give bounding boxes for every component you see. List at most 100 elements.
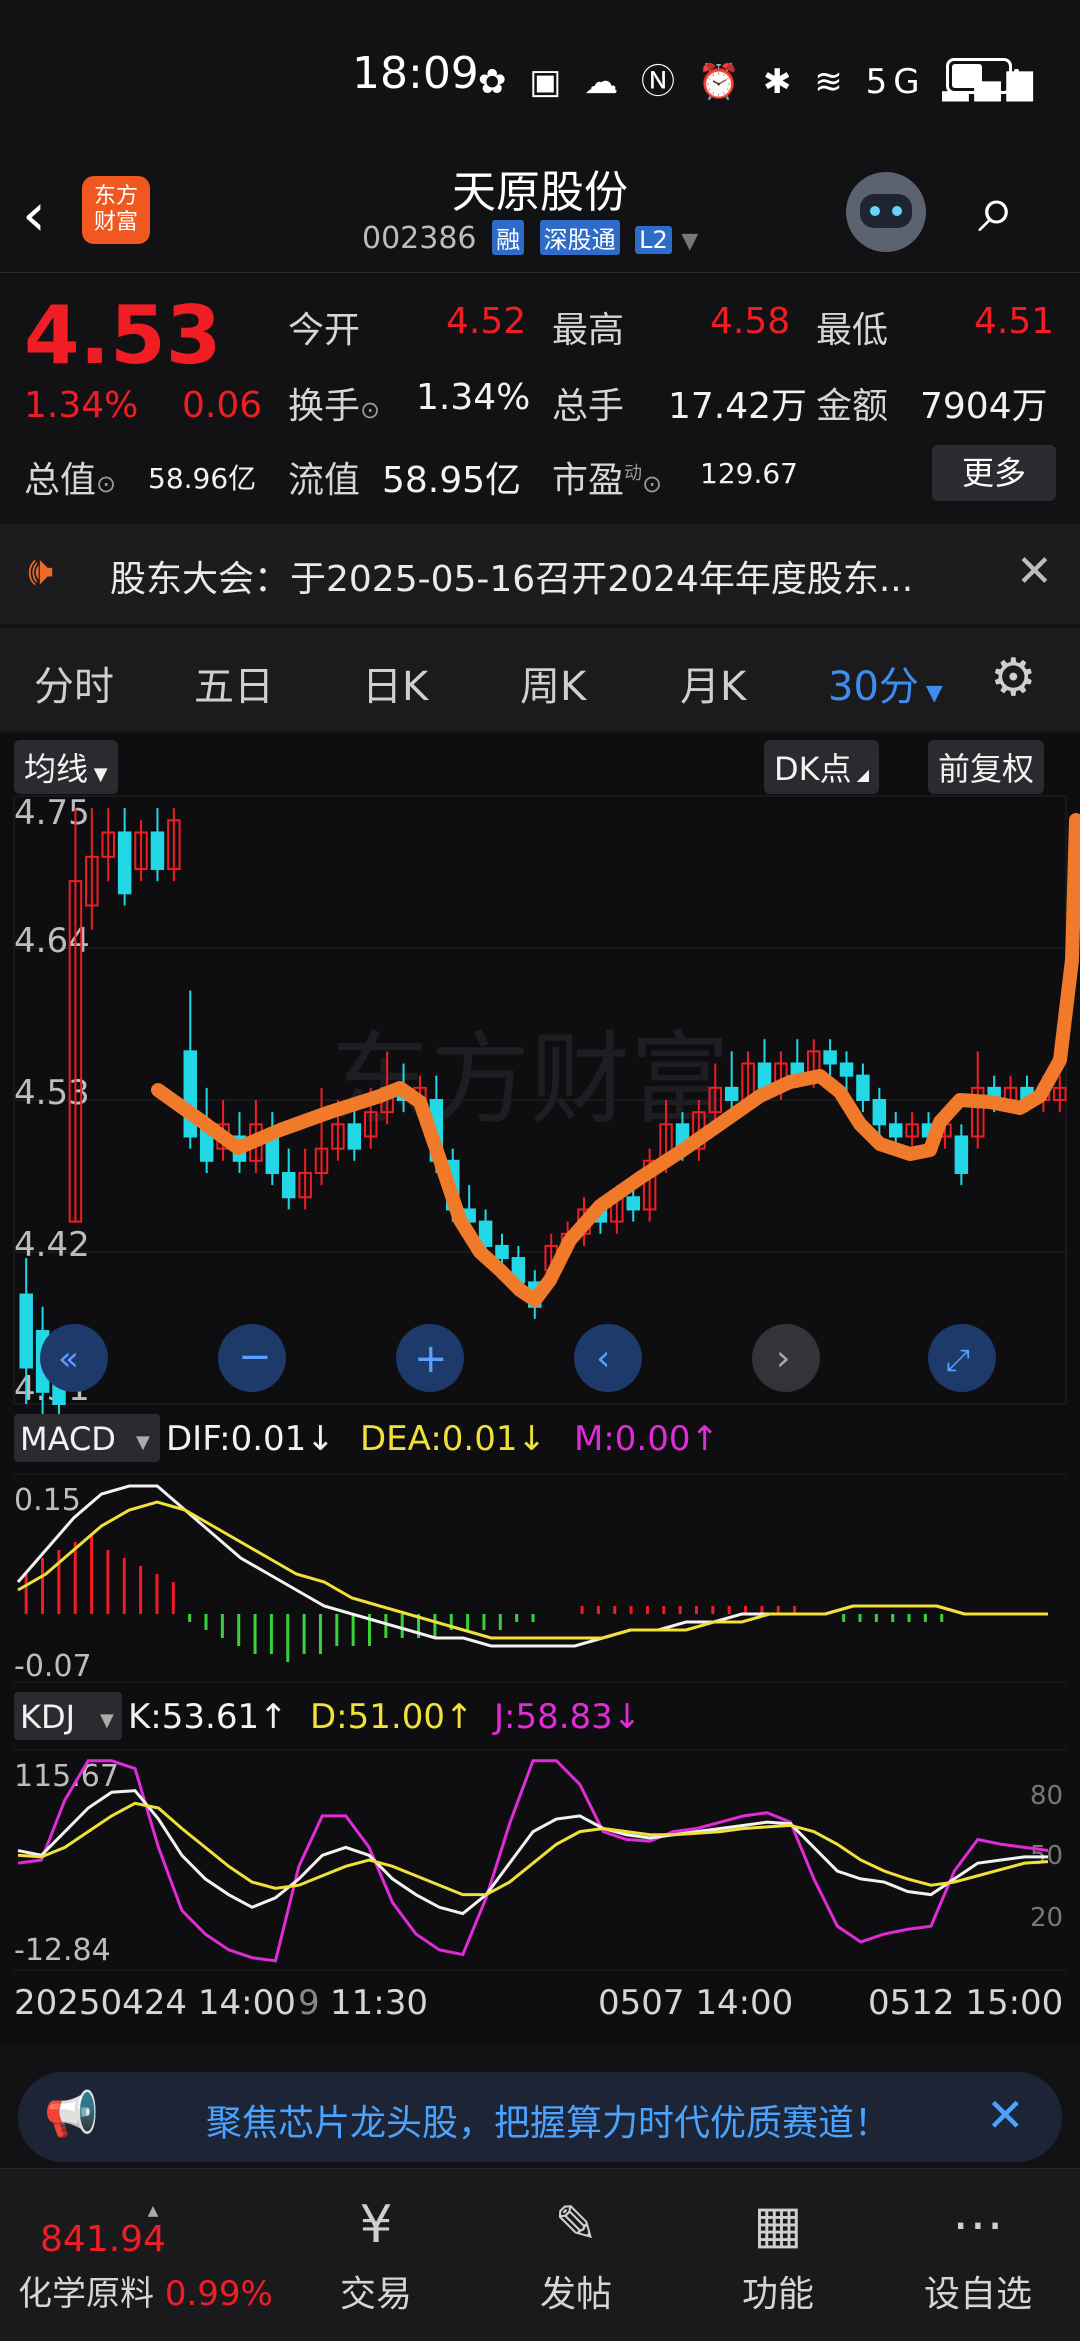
scroll-left-button[interactable]: ‹ [574, 1324, 642, 1392]
bottom-nav: ▲ 841.94 化学原料 0.99% ¥ 交易 ✎ 发帖 ▦ 功能 ⋯ 设自选 [0, 2168, 1080, 2341]
ad-banner[interactable]: 📢 聚焦芯片龙头股，把握算力时代优质赛道！ ✕ [18, 2072, 1062, 2162]
high-label: 最高 [552, 310, 625, 351]
turnover-value: 1.34% [416, 377, 531, 418]
kline-chart-area[interactable]: 均线 ▼ DK点 ◢ 前复权 东方财富 4.75 4.64 4.53 4.42 … [0, 734, 1080, 2044]
more-dots-icon: ⋯ [952, 2195, 1004, 2255]
quote-panel: 4.53 1.34% 0.06 今开 4.52 最高 4.58 最低 4.51 … [0, 272, 1080, 523]
chevron-left-icon: ‹ [596, 1338, 610, 1379]
kdj-j: J:58.83↓ [492, 1697, 641, 1737]
minus-icon: − [238, 1334, 272, 1380]
tab-weekly[interactable]: 周K [520, 654, 586, 712]
nav-post[interactable]: ✎ 发帖 [476, 2169, 676, 2317]
dropdown-icon[interactable]: ▼ [681, 229, 698, 254]
change-amt: 0.06 [182, 385, 263, 426]
tab-daily[interactable]: 日K [362, 654, 428, 712]
plus-icon: + [414, 1336, 448, 1382]
price-tick: 4.64 [14, 921, 90, 961]
dropdown-icon[interactable]: ▼ [100, 1710, 114, 1731]
watermark: 东方财富 [330, 1024, 730, 1136]
kdj-k: K:53.61↑ [128, 1697, 288, 1737]
close-icon[interactable]: ✕ [1016, 546, 1053, 597]
dropdown-icon[interactable]: ▼ [136, 1432, 150, 1453]
search-icon[interactable]: ⌕ [978, 170, 1015, 249]
sector-pct: 0.99% [164, 2274, 273, 2314]
pe-label: 市盈动⊙ [552, 460, 663, 501]
yen-icon: ¥ [359, 2195, 393, 2255]
macd-histogram [24, 1534, 944, 1662]
battery-icon [946, 58, 1019, 94]
candle-body [872, 1099, 887, 1126]
tab-intraday[interactable]: 分时 [34, 654, 114, 712]
notice-text[interactable]: 股东大会：于2025-05-16召开2024年年度股东... [110, 550, 913, 602]
volume-value: 17.42万 [668, 386, 808, 427]
candle-body [888, 1123, 903, 1138]
tag-level2[interactable]: L2 [635, 226, 672, 254]
kdj-level-80: 80 [1030, 1781, 1063, 1811]
status-bar: 18:09 ✿ ▣ ☁ Ⓝ ⏰ ✱ ≋ 5G ▂▄▆ [0, 0, 1080, 150]
candle-body [281, 1171, 296, 1199]
candle-body [856, 1074, 870, 1101]
candle-body [19, 1293, 33, 1369]
mktcap-label: 总值⊙ [24, 460, 117, 501]
zoom-in-button[interactable]: + [396, 1324, 464, 1392]
kdj-axis-bottom: -12.84 [14, 1933, 111, 1968]
period-tabs: 分时 五日 日K 周K 月K 30分 ▼ ⚙ [0, 628, 1080, 732]
kdj-axis-top: 115.67 [14, 1759, 119, 1794]
chevron-right-icon: › [776, 1338, 790, 1379]
mktcap-value: 58.96亿 [148, 462, 257, 495]
price-tick: 4.75 [14, 793, 90, 833]
time-axis: 20250424 14:00 9 11:30 0507 14:00 0512 1… [14, 1983, 1063, 2023]
candle-body [347, 1123, 362, 1150]
tab-monthly[interactable]: 月K [680, 654, 746, 712]
time-tick: 0507 14:00 [598, 1983, 793, 2023]
price-tick: 4.53 [14, 1073, 90, 1113]
stock-header: ‹ 东方 财富 天原股份 002386 融 深股通 L2 ▼ ⌕ [0, 150, 1080, 270]
gear-icon[interactable]: ⚙ [990, 648, 1037, 708]
sector-index-value: 841.94 [40, 2219, 166, 2260]
macd-axis-bottom: -0.07 [14, 1649, 92, 1684]
tag-margin[interactable]: 融 [492, 220, 525, 255]
amount-label: 金额 [816, 386, 889, 427]
more-button[interactable]: 更多 [932, 445, 1056, 501]
nav-functions[interactable]: ▦ 功能 [678, 2169, 878, 2317]
notice-bar[interactable]: 🕪 股东大会：于2025-05-16召开2024年年度股东... ✕ [0, 524, 1080, 624]
zoom-out-button[interactable]: − [218, 1324, 286, 1392]
change-pct: 1.34% [24, 385, 139, 426]
kdj-k-line [17, 1789, 1048, 1916]
fullscreen-button[interactable]: ⤢ [928, 1324, 996, 1392]
candle-body [495, 1244, 509, 1260]
macd-dea: DEA:0.01↓ [360, 1419, 546, 1459]
scroll-left-fast-button[interactable]: « [40, 1324, 108, 1392]
candle-body [117, 831, 132, 895]
macd-header: MACD ▼ DIF:0.01↓ DEA:0.01↓ M:0.00↑ 0.15 … [14, 1414, 719, 1684]
nav-watchlist[interactable]: ⋯ 设自选 [878, 2169, 1078, 2317]
nav-trade[interactable]: ¥ 交易 [276, 2169, 476, 2317]
chart-svg: 东方财富 4.75 4.64 4.53 4.42 4.31 « − + ‹ › … [13, 793, 1080, 2023]
close-icon[interactable]: ✕ [986, 2088, 1025, 2142]
ad-text[interactable]: 聚焦芯片龙头股，把握算力时代优质赛道！ [206, 2094, 890, 2146]
last-price: 4.53 [24, 289, 222, 382]
candle-body [724, 1086, 739, 1101]
nav-label: 设自选 [923, 2274, 1032, 2315]
scroll-right-button[interactable]: › [752, 1324, 820, 1392]
macd-name: MACD [20, 1420, 116, 1458]
stock-code-row: 002386 融 深股通 L2 ▼ [362, 220, 698, 256]
assistant-robot-icon[interactable] [846, 172, 926, 252]
sector-index[interactable]: ▲ 841.94 化学原料 0.99% [18, 2203, 288, 2315]
pe-value: 129.67 [700, 457, 798, 490]
sector-name: 化学原料 [18, 2274, 154, 2314]
float-value: 58.95亿 [382, 460, 522, 501]
amount-value: 7904万 [920, 386, 1048, 427]
time-tick: 9 [298, 1983, 320, 2023]
kdj-level-20: 20 [1030, 1903, 1063, 1933]
float-label: 流值 [288, 460, 361, 501]
kdj-d: D:51.00↑ [310, 1697, 473, 1737]
tab-30min[interactable]: 30分 ▼ [828, 654, 943, 712]
candle-body [954, 1135, 969, 1174]
status-time: 18:09 [352, 48, 479, 99]
macd-m: M:0.00↑ [574, 1419, 719, 1459]
tag-connect[interactable]: 深股通 [539, 220, 620, 255]
tab-five-day[interactable]: 五日 [194, 654, 274, 712]
low-label: 最低 [816, 310, 889, 351]
chart-nav-buttons: « − + ‹ › ⤢ [40, 1324, 996, 1392]
